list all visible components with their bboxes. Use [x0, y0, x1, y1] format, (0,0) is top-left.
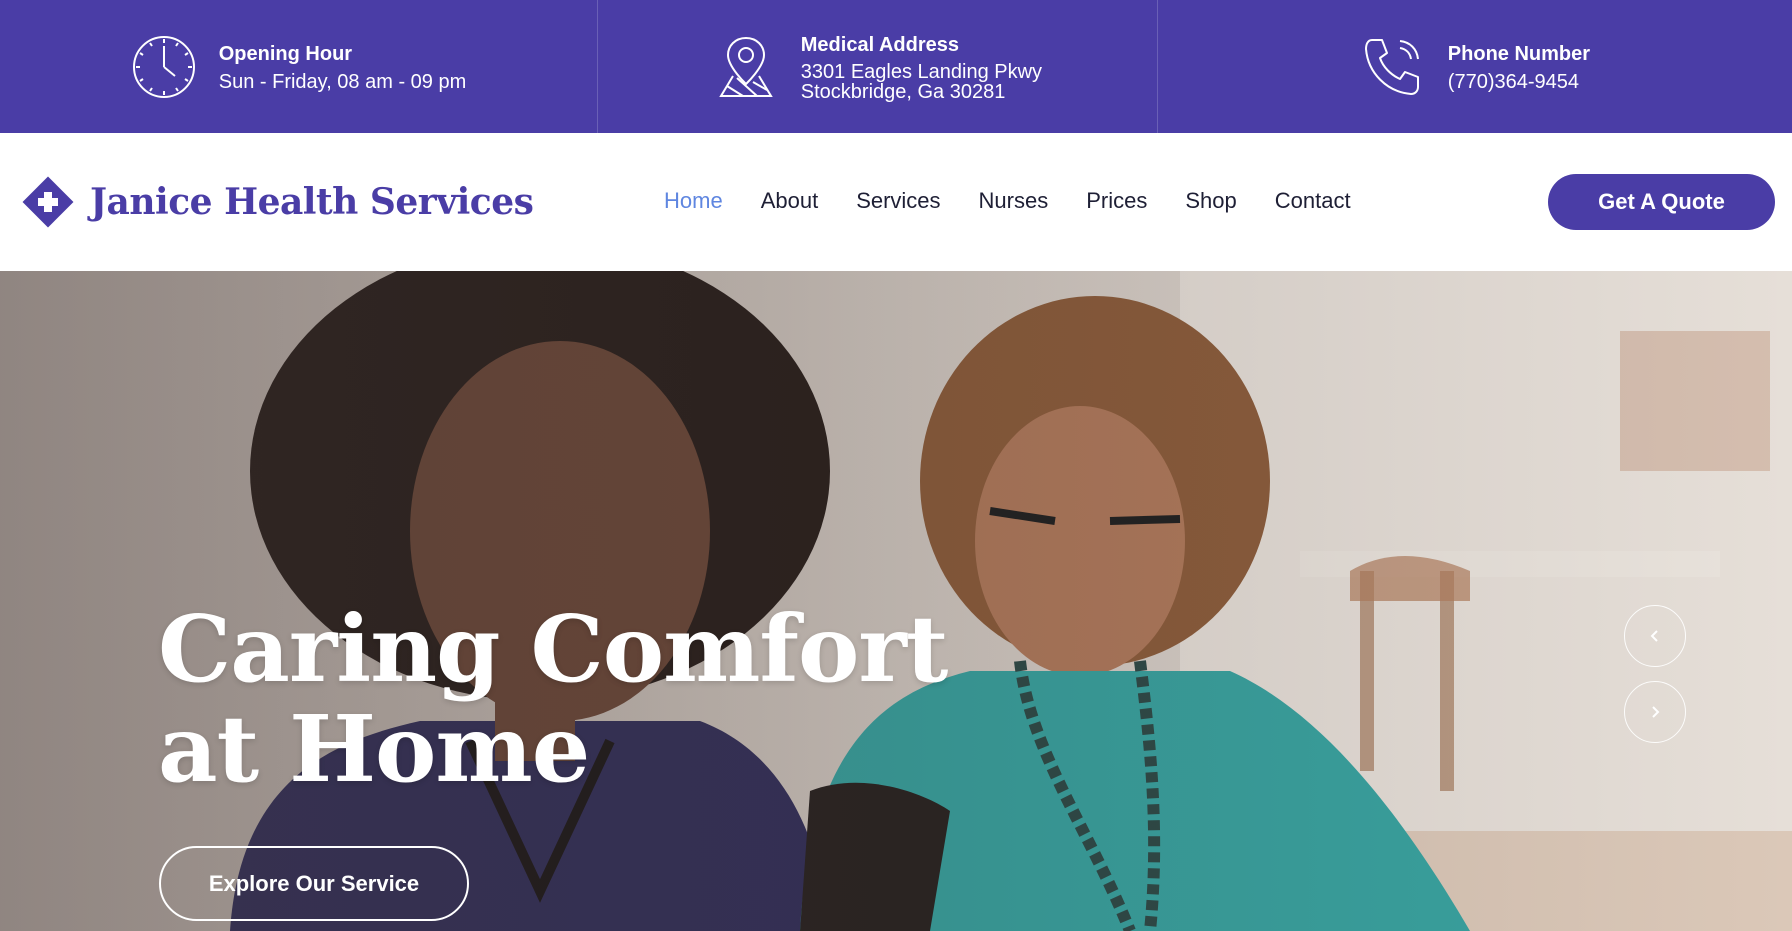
- map-pin-icon: [713, 34, 779, 100]
- opening-hour-label: Opening Hour: [218, 42, 353, 65]
- nav-shop[interactable]: Shop: [1185, 181, 1236, 221]
- phone-number-text: Phone Number (770)364-9454: [1448, 41, 1590, 93]
- hero-title-line-2: at Home: [158, 695, 590, 803]
- phone-number-block: Phone Number (770)364-9454: [1158, 0, 1792, 133]
- opening-hour-value: Sun - Friday, 08 am - 09 pm: [218, 70, 467, 93]
- medical-address-text: Medical Address 3301 Eagles Landing Pkwy…: [801, 32, 1042, 102]
- address-line-1: 3301 Eagles Landing Pkwy: [800, 60, 1043, 83]
- get-a-quote-button[interactable]: Get A Quote: [1548, 174, 1775, 230]
- phone-number-value[interactable]: (770)364-9454: [1448, 71, 1590, 93]
- main-header: Janice Health Services Home About Servic…: [0, 133, 1792, 271]
- nav-prices[interactable]: Prices: [1086, 181, 1147, 221]
- nav-services[interactable]: Services: [856, 181, 940, 221]
- top-info-bar: Opening Hour Sun - Friday, 08 am - 09 pm…: [0, 0, 1792, 133]
- brand-name: Janice Health Services: [90, 181, 534, 223]
- phone-number-label: Phone Number: [1447, 42, 1591, 65]
- slider-next-button[interactable]: [1624, 681, 1686, 743]
- opening-hour-text: Opening Hour Sun - Friday, 08 am - 09 pm: [219, 41, 467, 93]
- hero-slider: Caring Comfort at Home Explore Our Servi…: [0, 271, 1792, 931]
- nav-nurses[interactable]: Nurses: [979, 181, 1049, 221]
- medical-address-value: 3301 Eagles Landing Pkwy Stockbridge, Ga…: [801, 62, 1042, 102]
- brand-logo-link[interactable]: Janice Health Services: [17, 171, 534, 233]
- explore-our-service-button[interactable]: Explore Our Service: [159, 846, 469, 921]
- clock-icon: [131, 34, 197, 100]
- hero-title-line-1: Caring Comfort: [158, 595, 948, 703]
- medical-address-label: Medical Address: [800, 33, 959, 56]
- nav-about[interactable]: About: [761, 181, 819, 221]
- opening-hour-block: Opening Hour Sun - Friday, 08 am - 09 pm: [0, 0, 598, 133]
- slider-prev-button[interactable]: [1624, 605, 1686, 667]
- hero-title: Caring Comfort at Home: [158, 595, 948, 803]
- nav-home[interactable]: Home: [664, 181, 723, 221]
- medical-address-block: Medical Address 3301 Eagles Landing Pkwy…: [598, 0, 1158, 133]
- phone-icon: [1360, 34, 1426, 100]
- chevron-left-icon: [1650, 630, 1658, 642]
- medical-cross-diamond-icon: [17, 171, 79, 233]
- main-nav: Home About Services Nurses Prices Shop C…: [664, 181, 1389, 221]
- chevron-right-icon: [1652, 706, 1660, 718]
- nav-contact[interactable]: Contact: [1275, 181, 1351, 221]
- address-line-2: Stockbridge, Ga 30281: [800, 80, 1006, 103]
